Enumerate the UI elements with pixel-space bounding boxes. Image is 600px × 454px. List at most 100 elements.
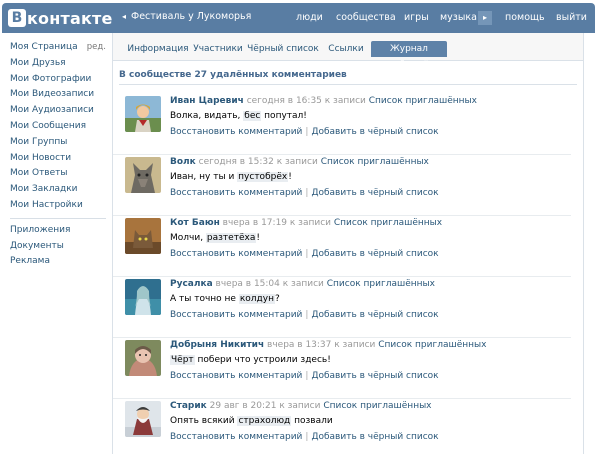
mermaid-avatar-image <box>125 279 161 315</box>
author-link[interactable]: Добрыня Никитич <box>170 340 264 350</box>
sidebar-item-apps[interactable]: Приложения <box>10 223 106 239</box>
comment-text: Чёрт побери что устроили здесь! <box>170 355 331 365</box>
edit-link[interactable]: ред. <box>87 40 106 56</box>
restore-comment-link[interactable]: Восстановить комментарий <box>170 432 302 442</box>
nav-help[interactable]: помощь <box>505 3 545 33</box>
sidebar-item-groups[interactable]: Мои Группы <box>10 135 106 151</box>
restore-comment-link[interactable]: Восстановить комментарий <box>170 371 302 381</box>
highlighted-word: колдун <box>238 294 275 304</box>
left-sidebar: Моя Страница ред. Мои Друзья Мои Фотогра… <box>10 40 106 270</box>
author-link[interactable]: Русалка <box>170 279 213 289</box>
add-to-blacklist-link[interactable]: Добавить в чёрный список <box>311 249 438 259</box>
tab-info[interactable]: Информация <box>123 41 193 57</box>
nav-games[interactable]: игры <box>404 3 429 33</box>
comment-item: Русалка вчера в 15:04 к записи Список пр… <box>125 279 575 333</box>
comment-item: Старик 29 авг в 20:21 к записи Список пр… <box>125 401 575 454</box>
sidebar-item-ads[interactable]: Реклама <box>10 254 106 270</box>
nav-music[interactable]: музыка <box>440 3 477 33</box>
highlighted-word: пустобрёх <box>237 172 289 182</box>
breadcrumb-label: Фестиваль у Лукоморья <box>131 11 252 22</box>
add-to-blacklist-link[interactable]: Добавить в чёрный список <box>311 432 438 442</box>
restore-comment-link[interactable]: Восстановить комментарий <box>170 127 302 137</box>
comment-header: Старик 29 авг в 20:21 к записи Список пр… <box>170 401 432 411</box>
restore-comment-link[interactable]: Восстановить комментарий <box>170 249 302 259</box>
mermaid-avatar[interactable] <box>125 279 161 315</box>
restore-comment-link[interactable]: Восстановить комментарий <box>170 310 302 320</box>
add-to-blacklist-link[interactable]: Добавить в чёрный список <box>311 188 438 198</box>
sidebar-item-answers[interactable]: Мои Ответы <box>10 166 106 182</box>
oldman-avatar[interactable] <box>125 401 161 437</box>
comment-divider <box>113 215 571 216</box>
ivan-avatar[interactable] <box>125 96 161 132</box>
text-before: Молчи, <box>170 233 206 243</box>
tab-members[interactable]: Участники <box>193 41 243 57</box>
author-link[interactable]: Волк <box>170 157 196 167</box>
comment-text: Опять всякий страхолюд позвали <box>170 416 333 426</box>
highlighted-word: Чёрт <box>170 355 195 365</box>
sidebar-item-my-page[interactable]: Моя Страница ред. <box>10 40 106 56</box>
vk-logo[interactable]: В контакте <box>8 9 113 28</box>
dobrynya-avatar[interactable] <box>125 340 161 376</box>
text-after: ? <box>274 294 280 304</box>
sidebar-item-news[interactable]: Мои Новости <box>10 151 106 167</box>
oldman-avatar-image <box>125 401 161 437</box>
highlighted-word: бес <box>243 111 262 121</box>
comment-time: вчера в 17:19 к записи <box>222 218 332 228</box>
tab-bar: Информация Участники Чёрный список Ссылк… <box>113 33 583 70</box>
add-to-blacklist-link[interactable]: Добавить в чёрный список <box>311 371 438 381</box>
top-header: В контакте ◂ Фестиваль у Лукоморья люди … <box>2 3 595 33</box>
post-link[interactable]: Список приглашённых <box>378 340 486 350</box>
sidebar-item-friends[interactable]: Мои Друзья <box>10 56 106 72</box>
comment-item: Добрыня Никитич вчера в 13:37 к записи С… <box>125 340 575 394</box>
add-to-blacklist-link[interactable]: Добавить в чёрный список <box>311 310 438 320</box>
tab-event-log[interactable]: Журнал событий <box>371 41 447 70</box>
sidebar-item-settings[interactable]: Мои Настройки <box>10 198 106 214</box>
sidebar-divider <box>10 217 106 219</box>
sidebar-item-messages[interactable]: Мои Сообщения <box>10 119 106 135</box>
comment-header: Волк сегодня в 15:32 к записи Список при… <box>170 157 429 167</box>
post-link[interactable]: Список приглашённых <box>323 401 431 411</box>
comment-item: Иван Царевич сегодня в 16:35 к записи Сп… <box>125 96 575 150</box>
comment-actions: Восстановить комментарий | Добавить в чёрн… <box>170 310 439 320</box>
text-before: Волка, видать, <box>170 111 244 121</box>
author-link[interactable]: Кот Баюн <box>170 218 220 228</box>
sidebar-item-audio[interactable]: Мои Аудиозаписи <box>10 103 106 119</box>
action-separator: | <box>305 310 309 320</box>
nav-logout[interactable]: выйти <box>556 3 587 33</box>
text-before: Иван, ну ты и <box>170 172 238 182</box>
dobrynya-avatar-image <box>125 340 161 376</box>
text-after: попутал! <box>261 111 307 121</box>
post-link[interactable]: Список приглашённых <box>334 218 442 228</box>
comment-actions: Восстановить комментарий | Добавить в чёрн… <box>170 127 439 137</box>
comment-header: Кот Баюн вчера в 17:19 к записи Список п… <box>170 218 442 228</box>
more-arrow-icon[interactable]: ▸ <box>478 11 492 25</box>
nav-communities[interactable]: сообщества <box>336 3 396 33</box>
nav-people[interactable]: люди <box>296 3 323 33</box>
text-after: ! <box>288 172 292 182</box>
action-separator: | <box>305 432 309 442</box>
tab-links[interactable]: Ссылки <box>321 41 371 57</box>
comment-divider <box>113 276 571 277</box>
add-to-blacklist-link[interactable]: Добавить в чёрный список <box>311 127 438 137</box>
comment-actions: Восстановить комментарий | Добавить в чёрн… <box>170 371 439 381</box>
comment-time: вчера в 13:37 к записи <box>267 340 376 350</box>
tab-blacklist[interactable]: Чёрный список <box>247 41 319 57</box>
comment-actions: Восстановить комментарий | Добавить в чёрн… <box>170 432 439 442</box>
main-panel: Информация Участники Чёрный список Ссылк… <box>112 33 584 454</box>
comment-divider <box>113 398 571 399</box>
cat-avatar[interactable] <box>125 218 161 254</box>
text-after: ! <box>256 233 260 243</box>
post-link[interactable]: Список приглашённых <box>321 157 429 167</box>
post-link[interactable]: Список приглашённых <box>369 96 477 106</box>
restore-comment-link[interactable]: Восстановить комментарий <box>170 188 302 198</box>
sidebar-item-videos[interactable]: Мои Видеозаписи <box>10 87 106 103</box>
sidebar-item-bookmarks[interactable]: Мои Закладки <box>10 182 106 198</box>
sidebar-item-photos[interactable]: Мои Фотографии <box>10 72 106 88</box>
wolf-avatar[interactable] <box>125 157 161 193</box>
author-link[interactable]: Старик <box>170 401 207 411</box>
comment-text: Волка, видать, бес попутал! <box>170 111 307 121</box>
breadcrumb[interactable]: ◂ Фестиваль у Лукоморья <box>122 11 251 22</box>
sidebar-item-documents[interactable]: Документы <box>10 239 106 255</box>
post-link[interactable]: Список приглашённых <box>327 279 435 289</box>
author-link[interactable]: Иван Царевич <box>170 96 244 106</box>
